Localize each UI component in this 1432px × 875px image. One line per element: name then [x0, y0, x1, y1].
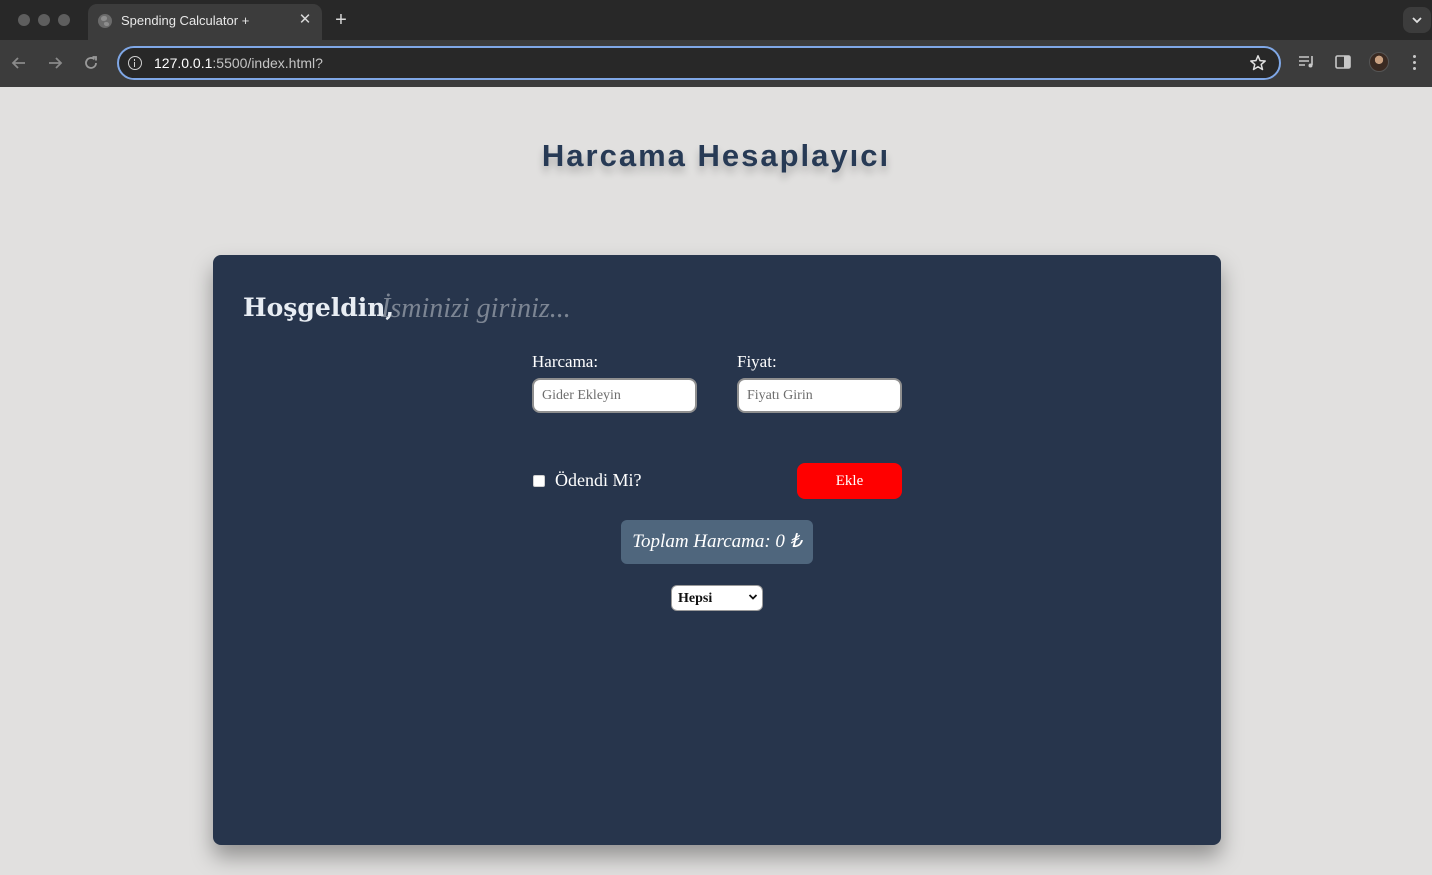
- name-input[interactable]: [381, 289, 681, 329]
- window-minimize-button[interactable]: [38, 14, 50, 26]
- tab-title: Spending Calculator +: [121, 13, 250, 28]
- filter-select[interactable]: Hepsi: [671, 585, 763, 611]
- calculator-card: Hoşgeldin, Harcama: Fiyat: Ödendi Mi? Ek…: [213, 255, 1221, 845]
- page-title: Harcama Hesaplayıcı: [541, 138, 891, 173]
- window-close-button[interactable]: [18, 14, 30, 26]
- browser-tab[interactable]: Spending Calculator + ✕: [88, 4, 322, 40]
- forward-arrow-icon[interactable]: [44, 52, 66, 74]
- star-icon[interactable]: [1249, 54, 1267, 72]
- price-input[interactable]: [737, 378, 902, 413]
- window-zoom-button[interactable]: [58, 14, 70, 26]
- tab-strip: Spending Calculator + ✕ +: [0, 0, 1432, 40]
- chevron-down-icon: [1412, 17, 1422, 24]
- close-icon[interactable]: ✕: [295, 10, 315, 30]
- profile-avatar[interactable]: [1369, 52, 1389, 72]
- info-icon[interactable]: [128, 56, 142, 70]
- add-button[interactable]: Ekle: [797, 463, 902, 499]
- reading-list-icon[interactable]: [1298, 54, 1316, 70]
- expense-input[interactable]: [532, 378, 697, 413]
- tab-search-button[interactable]: [1403, 7, 1431, 33]
- globe-icon: [98, 14, 112, 28]
- total-spending-box: Toplam Harcama: 0 ₺: [621, 520, 813, 564]
- address-bar[interactable]: 127.0.0.1:5500/index.html?: [117, 46, 1281, 80]
- more-options-icon[interactable]: [1413, 55, 1417, 71]
- url-host: 127.0.0.1: [154, 55, 213, 71]
- expense-label: Harcama:: [532, 352, 599, 371]
- welcome-heading: Hoşgeldin,: [243, 293, 395, 322]
- reload-icon[interactable]: [80, 52, 102, 74]
- total-spending-text: Toplam Harcama: 0 ₺: [632, 531, 802, 552]
- url-text: 127.0.0.1:5500/index.html?: [154, 55, 323, 71]
- url-path: :5500/index.html?: [212, 55, 323, 71]
- back-arrow-icon[interactable]: [8, 52, 30, 74]
- paid-checkbox[interactable]: [533, 475, 545, 487]
- browser-toolbar: 127.0.0.1:5500/index.html?: [0, 40, 1432, 87]
- side-panel-icon[interactable]: [1335, 54, 1351, 70]
- plus-icon[interactable]: +: [330, 9, 352, 31]
- paid-label: Ödendi Mi?: [555, 470, 642, 490]
- price-label: Fiyat:: [737, 352, 777, 371]
